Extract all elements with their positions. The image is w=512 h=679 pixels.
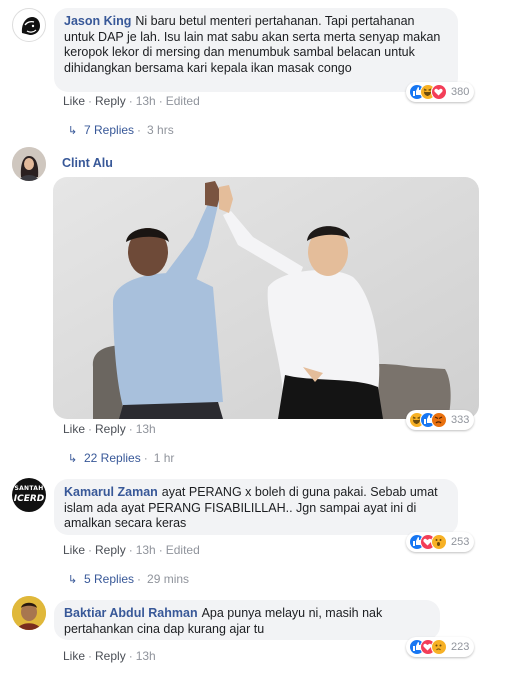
wow-reaction-icon — [431, 534, 447, 550]
comment-timestamp[interactable]: 13h — [136, 649, 156, 663]
edited-label[interactable]: Edited — [166, 94, 200, 108]
replies-time: 3 hrs — [147, 123, 174, 137]
replies-count[interactable]: 5 Replies — [84, 572, 134, 586]
comment-author[interactable]: Kamarul Zaman — [64, 485, 158, 499]
comment-author[interactable]: Clint Alu — [62, 156, 113, 170]
comment-actions: Like · Reply · 13h — [63, 649, 156, 663]
comment-actions: Like · Reply · 13h · Edited — [63, 94, 200, 108]
sad-reaction-icon — [431, 639, 447, 655]
like-link[interactable]: Like — [63, 543, 85, 557]
reaction-count: 253 — [451, 536, 470, 548]
reaction-summary[interactable]: 380 — [406, 82, 475, 102]
avatar-clint-alu[interactable] — [12, 147, 46, 181]
avatar-baktiar-abdul-rahman[interactable] — [12, 596, 46, 630]
view-replies-link[interactable]: ↳ 7 Replies · 3 hrs — [68, 123, 174, 137]
comment-timestamp[interactable]: 13h — [136, 543, 156, 557]
avatar-badge-text: SANTAH ICERD — [13, 485, 45, 504]
replies-count[interactable]: 7 Replies — [84, 123, 134, 137]
comment-author[interactable]: Baktiar Abdul Rahman — [64, 606, 198, 620]
reaction-count: 380 — [451, 86, 470, 98]
comment-photo[interactable] — [53, 177, 479, 419]
comment-author[interactable]: Jason King — [64, 14, 131, 28]
reply-link[interactable]: Reply — [95, 543, 126, 557]
like-link[interactable]: Like — [63, 94, 85, 108]
comment-bubble: Baktiar Abdul Rahman Apa punya melayu ni,… — [54, 600, 440, 640]
like-link[interactable]: Like — [63, 422, 85, 436]
comment-bubble: Kamarul Zaman ayat PERANG x boleh di guna… — [54, 479, 458, 535]
like-link[interactable]: Like — [63, 649, 85, 663]
replies-time: 1 hr — [153, 451, 175, 465]
reaction-count: 333 — [451, 414, 470, 426]
comment-actions: Like · Reply · 13h — [63, 422, 156, 436]
avatar-jason-king[interactable] — [12, 8, 46, 42]
love-reaction-icon — [431, 84, 447, 100]
comment-actions: Like · Reply · 13h · Edited — [63, 543, 200, 557]
reply-link[interactable]: Reply — [95, 422, 126, 436]
reply-link[interactable]: Reply — [95, 94, 126, 108]
reaction-summary[interactable]: 223 — [406, 637, 475, 657]
reply-link[interactable]: Reply — [95, 649, 126, 663]
reply-arrow-icon: ↳ — [68, 453, 78, 465]
comment-timestamp[interactable]: 13h — [136, 94, 156, 108]
reaction-count: 223 — [451, 641, 470, 653]
replies-time: 29 mins — [147, 572, 190, 586]
avatar-kamarul-zaman[interactable]: SANTAH ICERD — [12, 478, 46, 512]
high-five-photo-image — [53, 177, 479, 419]
reaction-summary[interactable]: 333 — [406, 410, 475, 430]
replies-count[interactable]: 22 Replies — [84, 451, 141, 465]
comment-bubble: Jason King Ni baru betul menteri pertahan… — [54, 8, 458, 92]
comment-timestamp[interactable]: 13h — [136, 422, 156, 436]
reaction-summary[interactable]: 253 — [406, 532, 475, 552]
reply-arrow-icon: ↳ — [68, 574, 78, 586]
angry-reaction-icon — [431, 412, 447, 428]
view-replies-link[interactable]: ↳ 22 Replies · 1 hr — [68, 451, 174, 465]
reply-arrow-icon: ↳ — [68, 125, 78, 137]
edited-label[interactable]: Edited — [166, 543, 200, 557]
view-replies-link[interactable]: ↳ 5 Replies · 29 mins — [68, 572, 189, 586]
